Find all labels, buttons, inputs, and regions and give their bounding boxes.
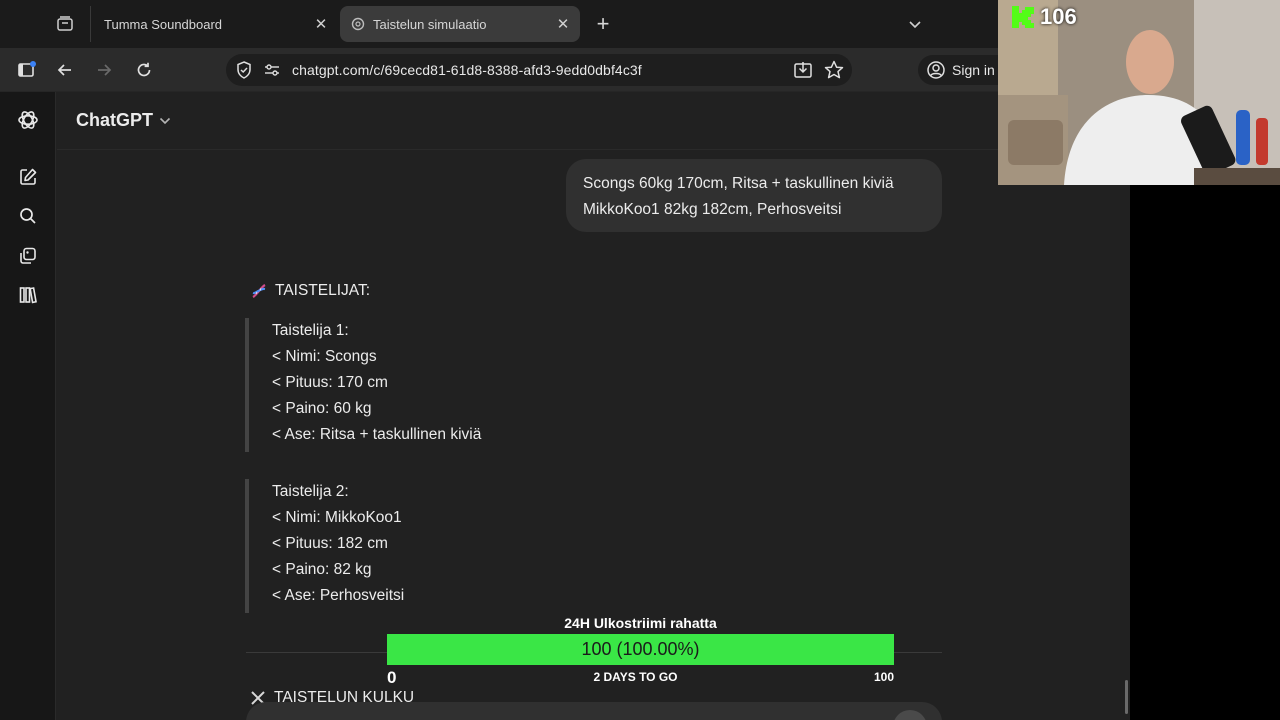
message-composer[interactable]: [246, 702, 942, 720]
tab-label: Taistelun simulaatio: [373, 16, 487, 32]
sign-in-label: Sign in: [952, 62, 995, 78]
kick-logo-icon: [1010, 4, 1036, 30]
site-settings-icon[interactable]: [262, 60, 282, 80]
goal-title: 24H Ulkostriimi rahatta: [564, 615, 717, 631]
user-message: Scongs 60kg 170cm, Ritsa + taskullinen k…: [566, 159, 942, 232]
openai-logo-icon[interactable]: [16, 108, 40, 132]
fighter-2-weight: < Paino: 82 kg: [272, 561, 372, 578]
back-icon[interactable]: [51, 56, 79, 84]
tab-tumma-soundboard[interactable]: Tumma Soundboard ✕: [90, 6, 338, 42]
fighter-1-title: Taistelija 1:: [272, 322, 349, 339]
fighter-2-height: < Pituus: 182 cm: [272, 535, 388, 552]
chat-sidebar: [0, 92, 56, 720]
browser-window: Tumma Soundboard ✕ Taistelun simulaatio …: [0, 0, 1130, 720]
address-bar[interactable]: chatgpt.com/c/69cecd81-61d8-8388-afd3-9e…: [226, 54, 852, 86]
sidebar-toggle-icon[interactable]: [12, 56, 40, 84]
forward-icon[interactable]: [90, 56, 118, 84]
shield-icon[interactable]: [234, 60, 254, 80]
close-tab-icon[interactable]: ✕: [554, 15, 572, 33]
chatgpt-favicon-icon: [350, 16, 366, 32]
url-text[interactable]: chatgpt.com/c/69cecd81-61d8-8388-afd3-9e…: [292, 62, 642, 78]
scrollbar[interactable]: [1125, 680, 1128, 714]
tab-bar: Tumma Soundboard ✕ Taistelun simulaatio …: [0, 0, 1130, 48]
dna-emoji-icon: [249, 281, 269, 301]
library-icon[interactable]: [16, 244, 40, 268]
follower-count: 106: [1040, 4, 1077, 29]
goal-progress-text: 100 (100.00%): [581, 639, 700, 659]
new-chat-icon[interactable]: [16, 165, 40, 189]
fighter-1-weight: < Paino: 60 kg: [272, 400, 372, 417]
fighter-1-weapon: < Ase: Ritsa + taskullinen kiviä: [272, 426, 482, 443]
account-icon: [927, 61, 945, 79]
codex-icon[interactable]: [16, 283, 40, 307]
model-selector[interactable]: ChatGPT: [76, 110, 171, 131]
new-tab-button[interactable]: +: [590, 12, 616, 38]
fighter-1-height: < Pituus: 170 cm: [272, 374, 388, 391]
chevron-down-icon: [159, 114, 171, 128]
goal-max-label: 100: [873, 670, 894, 684]
chat-header: ChatGPT: [57, 92, 1130, 150]
user-message-line: Scongs 60kg 170cm, Ritsa + taskullinen k…: [583, 175, 894, 192]
model-label: ChatGPT: [76, 110, 154, 130]
fighter-2-name: < Nimi: MikkoKoo1: [272, 509, 402, 526]
download-icon[interactable]: [792, 59, 814, 81]
tab-label: Tumma Soundboard: [104, 16, 223, 32]
fighters-heading-text: TAISTELIJAT:: [275, 282, 371, 299]
browser-toolbar: chatgpt.com/c/69cecd81-61d8-8388-afd3-9e…: [0, 48, 1130, 92]
bookmark-star-icon[interactable]: [823, 59, 845, 81]
fighter-1-block: Taistelija 1: < Nimi: Scongs < Pituus: 1…: [245, 318, 645, 452]
follower-counter: 106: [1010, 4, 1077, 30]
close-tab-icon[interactable]: ✕: [312, 15, 330, 33]
chevron-down-icon[interactable]: [902, 12, 928, 38]
stream-goal-widget: 24H Ulkostriimi rahatta 100 (100.00%) 0 …: [387, 613, 894, 687]
fighter-2-title: Taistelija 2:: [272, 483, 349, 500]
tab-actions-icon[interactable]: [52, 11, 78, 37]
fighter-2-weapon: < Ase: Perhosveitsi: [272, 587, 405, 604]
goal-time-remaining: 2 DAYS TO GO: [593, 670, 678, 684]
fighter-2-block: Taistelija 2: < Nimi: MikkoKoo1 < Pituus…: [245, 479, 645, 613]
fighter-1-name: < Nimi: Scongs: [272, 348, 377, 365]
reload-icon[interactable]: [130, 56, 158, 84]
user-message-line: MikkoKoo1 82kg 182cm, Perhosveitsi: [583, 201, 842, 218]
goal-progress-bar: 100 (100.00%): [387, 634, 894, 665]
fighters-heading: TAISTELIJAT:: [249, 281, 370, 301]
tab-taistelun-simulaatio[interactable]: Taistelun simulaatio ✕: [340, 6, 580, 42]
search-icon[interactable]: [16, 204, 40, 228]
